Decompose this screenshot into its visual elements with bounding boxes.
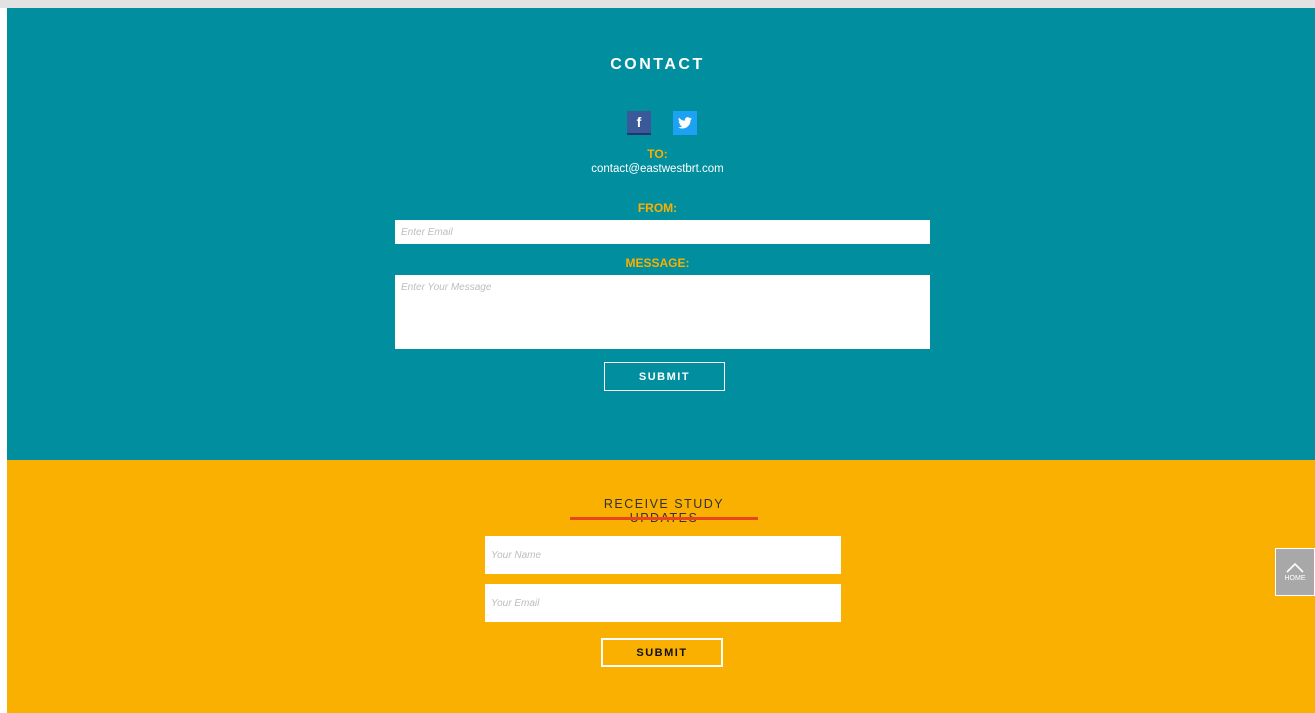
updates-name-input[interactable] bbox=[485, 536, 841, 574]
facebook-icon[interactable]: f bbox=[627, 111, 651, 135]
updates-email-input[interactable] bbox=[485, 584, 841, 622]
to-label: TO: bbox=[647, 147, 668, 161]
chevron-up-icon bbox=[1286, 562, 1304, 573]
twitter-icon[interactable] bbox=[673, 111, 697, 135]
left-margin bbox=[0, 8, 7, 713]
home-button[interactable]: HOME bbox=[1275, 548, 1315, 596]
message-textarea[interactable] bbox=[395, 275, 930, 349]
from-email-input[interactable] bbox=[395, 220, 930, 244]
to-email: contact@eastwestbrt.com bbox=[591, 163, 724, 175]
top-border bbox=[0, 0, 1315, 8]
contact-submit-button[interactable]: SUBMIT bbox=[604, 362, 725, 391]
updates-title-underline bbox=[570, 517, 758, 520]
message-label: MESSAGE: bbox=[625, 256, 690, 270]
twitter-bird-icon bbox=[678, 117, 692, 129]
from-label: FROM: bbox=[637, 201, 678, 215]
facebook-glyph: f bbox=[636, 114, 642, 130]
updates-title: RECEIVE STUDY UPDATES bbox=[603, 497, 725, 525]
contact-title: CONTACT bbox=[610, 56, 705, 73]
home-label: HOME bbox=[1284, 575, 1306, 582]
updates-submit-button[interactable]: SUBMIT bbox=[601, 638, 723, 667]
